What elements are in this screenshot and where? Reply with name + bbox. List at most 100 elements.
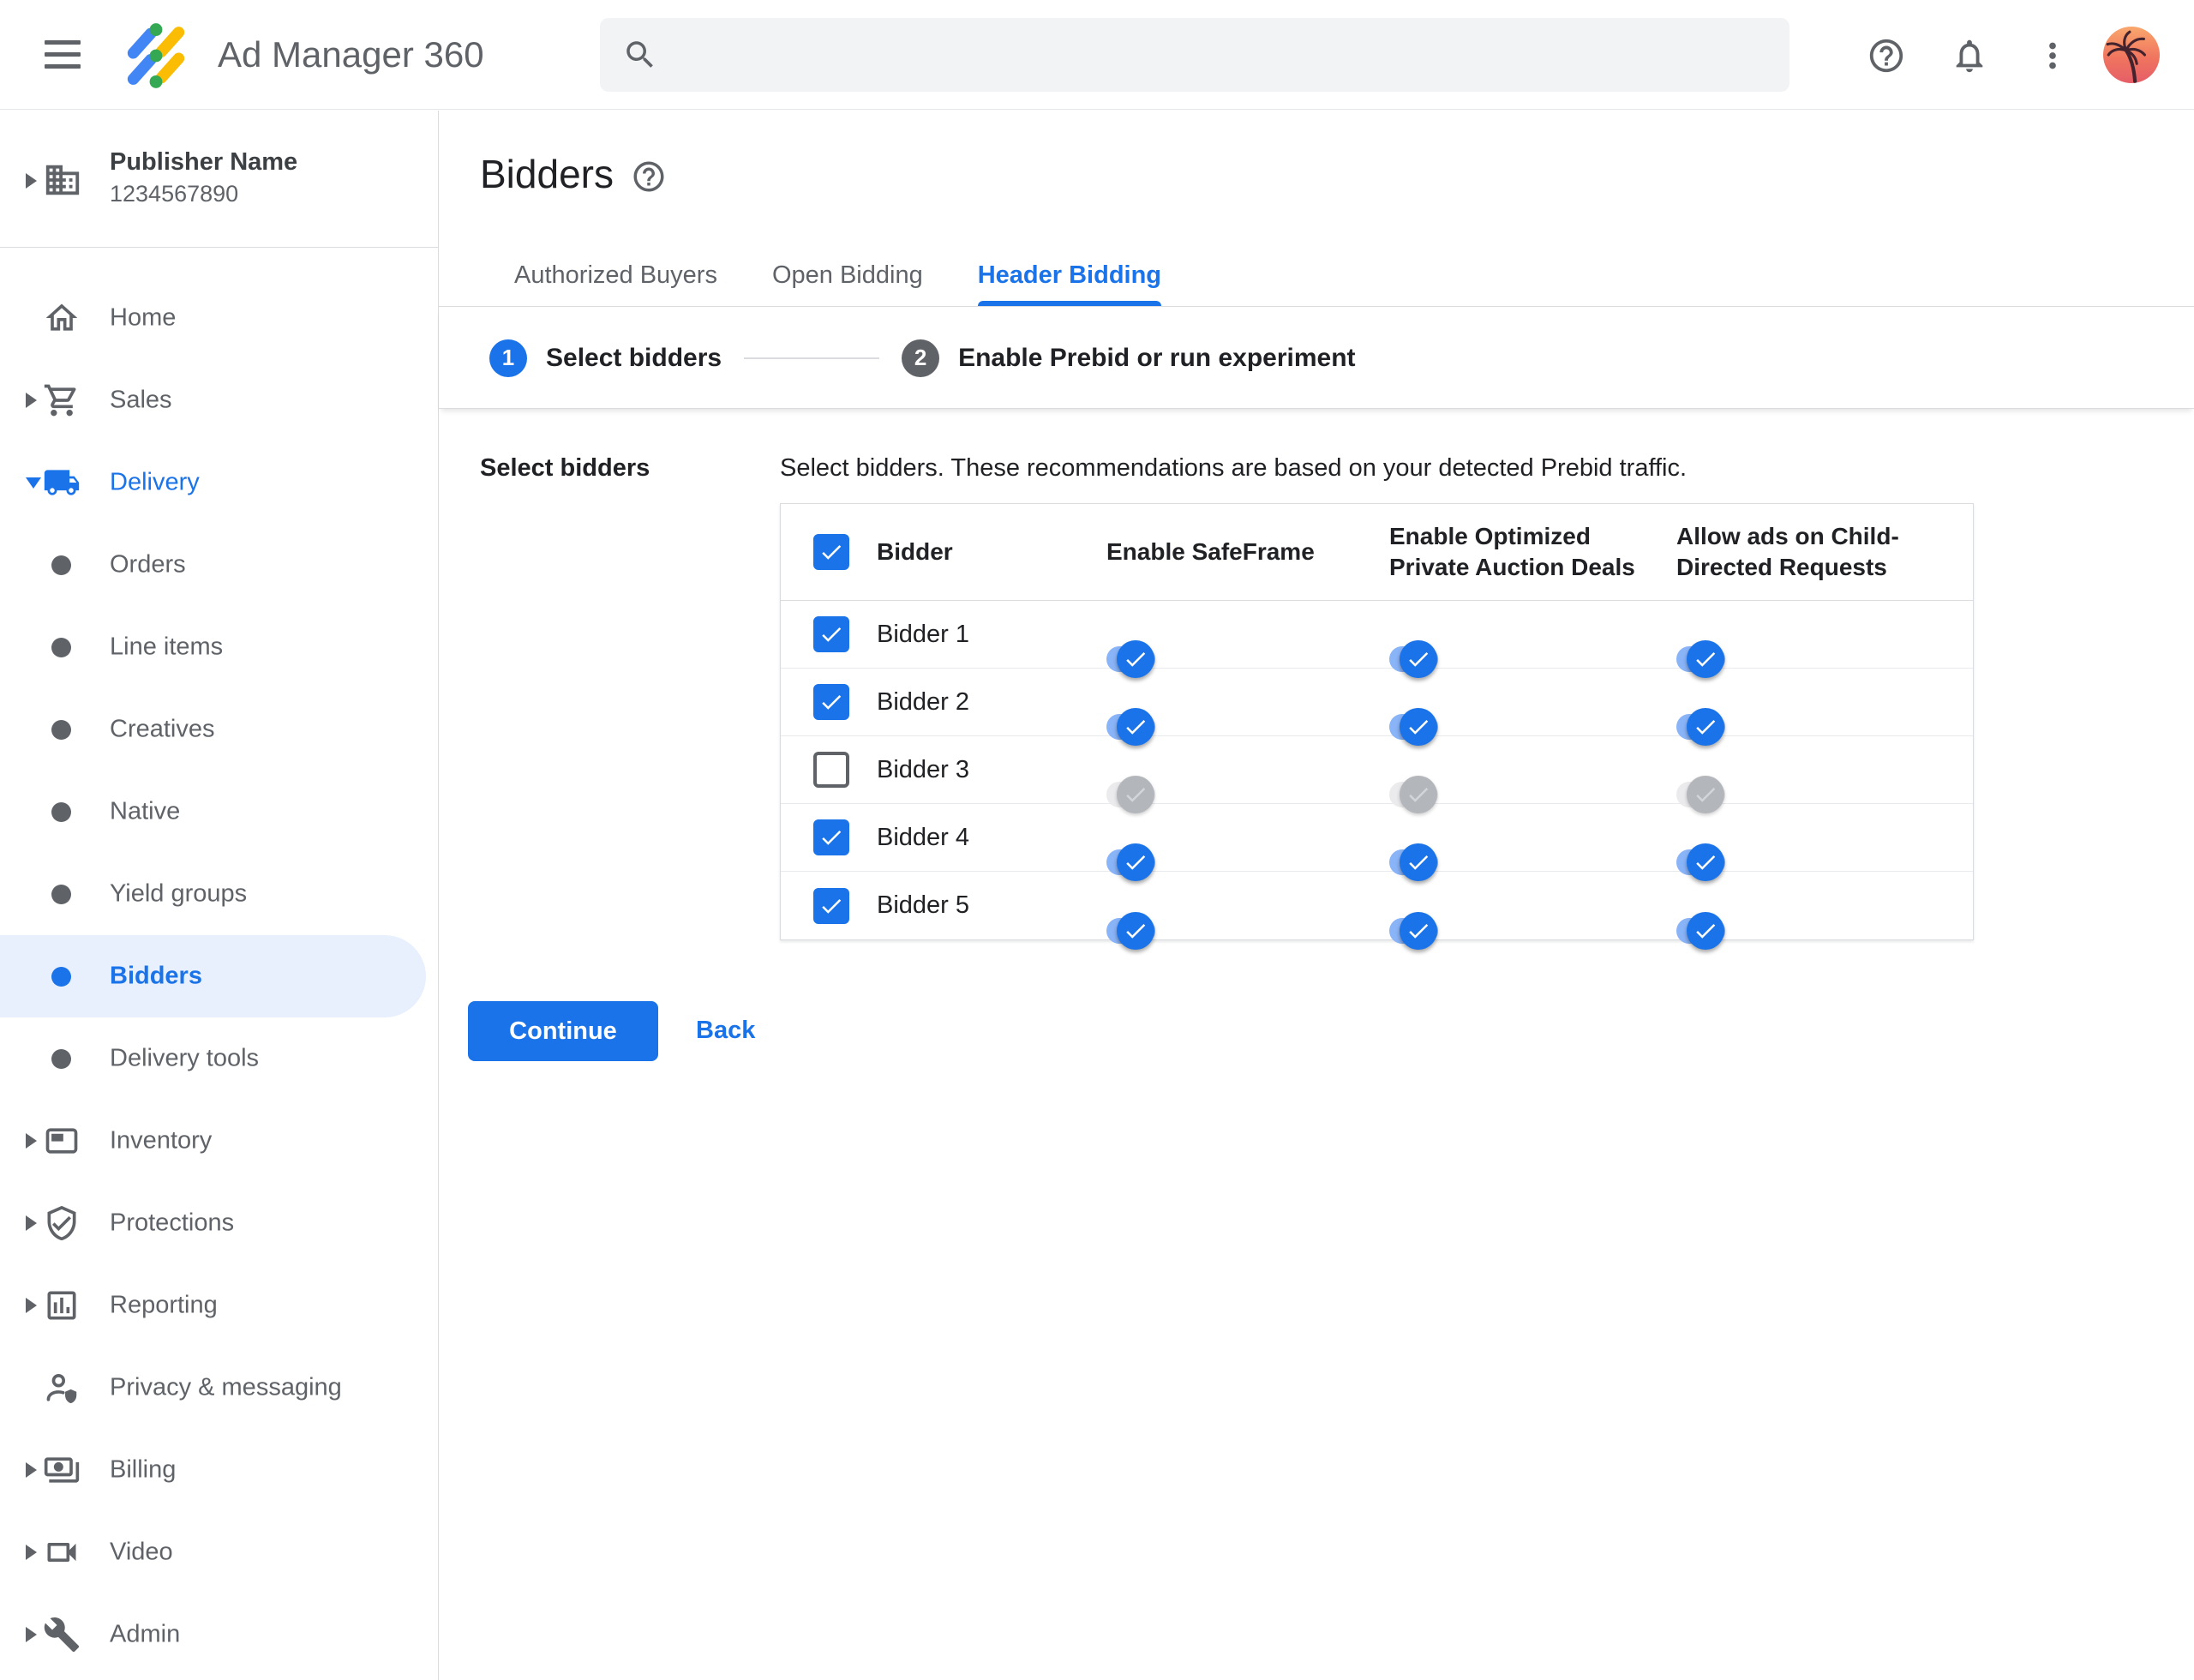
row-checkbox[interactable] bbox=[813, 752, 849, 788]
row-checkbox[interactable] bbox=[813, 819, 849, 855]
billing-icon bbox=[44, 1457, 80, 1483]
sidebar-item-inventory[interactable]: Inventory bbox=[0, 1100, 439, 1182]
bullet-icon bbox=[51, 885, 71, 904]
row-checkbox[interactable] bbox=[813, 887, 849, 924]
sidebar-item-bidders[interactable]: Bidders bbox=[0, 935, 426, 1017]
bidder-name: Bidder 3 bbox=[877, 755, 970, 783]
more-icon[interactable] bbox=[2033, 36, 2072, 75]
sidebar-item-delivery[interactable]: Delivery bbox=[0, 441, 439, 524]
step-2-circle: 2 bbox=[902, 339, 940, 377]
check-icon bbox=[822, 830, 842, 845]
sidebar-item-reporting[interactable]: Reporting bbox=[0, 1264, 439, 1347]
expand-arrow-icon bbox=[26, 173, 37, 189]
check-icon bbox=[1409, 855, 1429, 870]
avatar[interactable] bbox=[2103, 27, 2160, 83]
tab-open-bidding[interactable]: Open Bidding bbox=[772, 261, 923, 306]
sidebar: Publisher Name 1234567890 Home Sales Del… bbox=[0, 111, 439, 1680]
check-icon bbox=[1696, 651, 1716, 667]
publisher-switcher[interactable]: Publisher Name 1234567890 bbox=[0, 111, 438, 248]
check-icon bbox=[1696, 923, 1716, 939]
continue-button[interactable]: Continue bbox=[468, 1001, 658, 1061]
bullet-icon bbox=[51, 1049, 71, 1069]
collapse-arrow-icon bbox=[26, 477, 41, 489]
sidebar-item-yield-groups[interactable]: Yield groups bbox=[0, 853, 439, 935]
bullet-icon bbox=[51, 555, 71, 575]
nav-list: Home Sales Delivery Orders Line items Cr… bbox=[0, 277, 439, 1676]
table-row: Bidder 4 bbox=[781, 804, 1973, 881]
table-description: Select bidders. These recommendations ar… bbox=[780, 454, 1687, 482]
table-row: Bidder 2 bbox=[781, 669, 1973, 746]
help-icon[interactable] bbox=[1867, 36, 1906, 75]
check-icon bbox=[822, 694, 842, 710]
search-bar[interactable] bbox=[600, 18, 1789, 92]
title-help-icon[interactable] bbox=[631, 159, 667, 195]
expand-arrow-icon bbox=[26, 393, 37, 408]
check-icon bbox=[822, 627, 842, 642]
sidebar-item-sales[interactable]: Sales bbox=[0, 359, 439, 441]
tab-header-bidding[interactable]: Header Bidding bbox=[977, 261, 1162, 306]
bullet-icon bbox=[51, 638, 71, 657]
check-icon bbox=[1409, 787, 1429, 802]
sidebar-item-video[interactable]: Video bbox=[0, 1511, 439, 1593]
check-icon bbox=[1696, 855, 1716, 870]
step-connector bbox=[744, 357, 880, 359]
protections-icon bbox=[47, 1205, 76, 1241]
menu-icon[interactable] bbox=[45, 40, 81, 69]
stepper: 1 Select bidders 2 Enable Prebid or run … bbox=[439, 307, 2194, 409]
header-checkbox[interactable] bbox=[813, 534, 849, 570]
expand-arrow-icon bbox=[26, 1462, 37, 1478]
notifications-icon[interactable] bbox=[1950, 36, 1989, 75]
delivery-icon bbox=[44, 470, 80, 495]
search-input[interactable] bbox=[677, 21, 1789, 89]
sidebar-item-orders[interactable]: Orders bbox=[0, 524, 439, 606]
bidders-table: Bidder Enable SafeFrame Enable Optimized… bbox=[780, 503, 1974, 950]
main-content: Bidders Authorized Buyers Open Bidding H… bbox=[439, 111, 2194, 1680]
sidebar-item-native[interactable]: Native bbox=[0, 771, 439, 853]
table-row: Bidder 3 bbox=[781, 736, 1973, 813]
expand-arrow-icon bbox=[26, 1133, 37, 1149]
bidder-name: Bidder 2 bbox=[877, 687, 970, 716]
check-icon bbox=[1696, 719, 1716, 735]
sidebar-item-line-items[interactable]: Line items bbox=[0, 606, 439, 688]
expand-arrow-icon bbox=[26, 1215, 37, 1231]
bidder-name: Bidder 4 bbox=[877, 823, 970, 851]
publisher-icon bbox=[45, 165, 80, 195]
sidebar-item-protections[interactable]: Protections bbox=[0, 1182, 439, 1264]
check-icon bbox=[1409, 923, 1429, 939]
sidebar-item-billing[interactable]: Billing bbox=[0, 1429, 439, 1511]
bidder-name: Bidder 5 bbox=[877, 891, 970, 919]
privacy-icon bbox=[46, 1374, 77, 1404]
sidebar-item-delivery-tools[interactable]: Delivery tools bbox=[0, 1017, 439, 1100]
row-checkbox[interactable] bbox=[813, 684, 849, 720]
table-row: Bidder 5 bbox=[781, 872, 1973, 950]
sidebar-item-home[interactable]: Home bbox=[0, 277, 439, 359]
home-icon bbox=[45, 303, 78, 331]
expand-arrow-icon bbox=[26, 1627, 37, 1642]
palm-tree-graphic bbox=[2106, 30, 2147, 83]
table-header-row: Bidder Enable SafeFrame Enable Optimized… bbox=[781, 504, 1973, 601]
check-icon bbox=[1126, 651, 1146, 667]
column-header-bidder: Bidder bbox=[877, 537, 953, 565]
publisher-code: 1234567890 bbox=[110, 181, 239, 207]
check-icon bbox=[1126, 923, 1146, 939]
tab-authorized-buyers[interactable]: Authorized Buyers bbox=[514, 261, 717, 306]
step-1-label: Select bidders bbox=[546, 343, 722, 372]
back-button[interactable]: Back bbox=[696, 1017, 755, 1045]
admin-icon bbox=[44, 1617, 80, 1653]
publisher-name: Publisher Name bbox=[110, 148, 298, 176]
check-icon bbox=[822, 898, 842, 914]
check-icon bbox=[1409, 651, 1429, 667]
step-2-label: Enable Prebid or run experiment bbox=[958, 343, 1356, 372]
app-bar: Ad Manager 360 bbox=[0, 0, 2194, 110]
sidebar-item-privacy-messaging[interactable]: Privacy & messaging bbox=[0, 1347, 439, 1429]
page-title: Bidders bbox=[480, 152, 614, 196]
column-header-optimized: Enable Optimized Private Auction Deals bbox=[1389, 522, 1635, 580]
bidder-name: Bidder 1 bbox=[877, 620, 970, 648]
sidebar-item-creatives[interactable]: Creatives bbox=[0, 688, 439, 771]
expand-arrow-icon bbox=[26, 1298, 37, 1313]
row-checkbox[interactable] bbox=[813, 616, 849, 652]
reporting-icon bbox=[47, 1291, 76, 1320]
sidebar-item-admin[interactable]: Admin bbox=[0, 1593, 439, 1676]
inventory-icon bbox=[45, 1128, 78, 1154]
expand-arrow-icon bbox=[26, 1545, 37, 1560]
